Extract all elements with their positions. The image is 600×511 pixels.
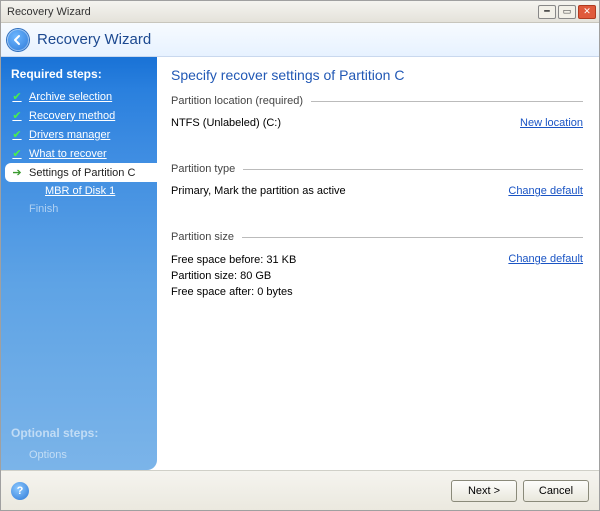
main-panel: Specify recover settings of Partition C … <box>157 57 599 470</box>
minimize-button[interactable]: ━ <box>538 5 556 19</box>
group-partition-location: Partition location (required) NTFS (Unla… <box>171 95 583 129</box>
step-label: Archive selection <box>29 91 112 103</box>
help-button[interactable]: ? <box>11 482 29 500</box>
page-title: Specify recover settings of Partition C <box>171 67 583 83</box>
check-icon: ✔ <box>11 128 23 141</box>
step-archive-selection[interactable]: ✔ Archive selection <box>1 87 157 106</box>
change-size-link[interactable]: Change default <box>508 253 583 265</box>
step-options: Options <box>1 446 157 464</box>
arrow-left-icon <box>12 34 24 46</box>
step-finish: Finish <box>1 200 157 218</box>
step-label: Drivers manager <box>29 129 110 141</box>
footer: ? Next > Cancel <box>1 470 599 510</box>
body: Required steps: ✔ Archive selection ✔ Re… <box>1 57 599 470</box>
group-heading-text: Partition type <box>171 163 235 175</box>
group-heading: Partition location (required) <box>171 95 583 107</box>
new-location-link[interactable]: New location <box>520 117 583 129</box>
divider <box>242 237 583 238</box>
partition-type-value: Primary, Mark the partition as active <box>171 185 346 197</box>
divider <box>311 101 583 102</box>
titlebar: Recovery Wizard ━ ▭ ✕ <box>1 1 599 23</box>
divider <box>243 169 583 170</box>
check-icon: ✔ <box>11 147 23 160</box>
step-label: Finish <box>29 203 58 215</box>
group-heading: Partition type <box>171 163 583 175</box>
back-button[interactable] <box>7 29 29 51</box>
group-partition-type: Partition type Primary, Mark the partiti… <box>171 163 583 197</box>
step-label: Settings of Partition C <box>29 167 135 179</box>
step-label: What to recover <box>29 148 107 160</box>
next-button[interactable]: Next > <box>451 480 517 502</box>
titlebar-text: Recovery Wizard <box>7 6 91 18</box>
step-mbr-disk-1[interactable]: • MBR of Disk 1 <box>1 182 157 200</box>
step-drivers-manager[interactable]: ✔ Drivers manager <box>1 125 157 144</box>
step-label: MBR of Disk 1 <box>45 185 115 197</box>
sidebar: Required steps: ✔ Archive selection ✔ Re… <box>1 57 157 470</box>
free-space-after: Free space after: 0 bytes <box>171 285 296 301</box>
partition-size-values: Free space before: 31 KB Partition size:… <box>171 253 296 301</box>
help-icon: ? <box>17 485 24 497</box>
group-partition-size: Partition size Free space before: 31 KB … <box>171 231 583 301</box>
step-recovery-method[interactable]: ✔ Recovery method <box>1 106 157 125</box>
arrow-right-icon: ➔ <box>11 166 23 179</box>
cancel-button[interactable]: Cancel <box>523 480 589 502</box>
maximize-button[interactable]: ▭ <box>558 5 576 19</box>
step-settings-partition-c[interactable]: ➔ Settings of Partition C <box>5 163 157 182</box>
recovery-wizard-window: Recovery Wizard ━ ▭ ✕ Recovery Wizard Re… <box>0 0 600 511</box>
group-heading-text: Partition location (required) <box>171 95 303 107</box>
header-title: Recovery Wizard <box>37 31 151 48</box>
partition-size: Partition size: 80 GB <box>171 269 296 285</box>
free-space-before: Free space before: 31 KB <box>171 253 296 269</box>
change-type-link[interactable]: Change default <box>508 185 583 197</box>
required-steps-heading: Required steps: <box>1 65 157 87</box>
step-label: Recovery method <box>29 110 115 122</box>
group-heading-text: Partition size <box>171 231 234 243</box>
partition-location-value: NTFS (Unlabeled) (C:) <box>171 117 281 129</box>
check-icon: ✔ <box>11 109 23 122</box>
step-what-to-recover[interactable]: ✔ What to recover <box>1 144 157 163</box>
optional-steps-heading: Optional steps: <box>1 424 157 446</box>
check-icon: ✔ <box>11 90 23 103</box>
group-heading: Partition size <box>171 231 583 243</box>
close-button[interactable]: ✕ <box>578 5 596 19</box>
step-label: Options <box>29 449 67 461</box>
header: Recovery Wizard <box>1 23 599 57</box>
